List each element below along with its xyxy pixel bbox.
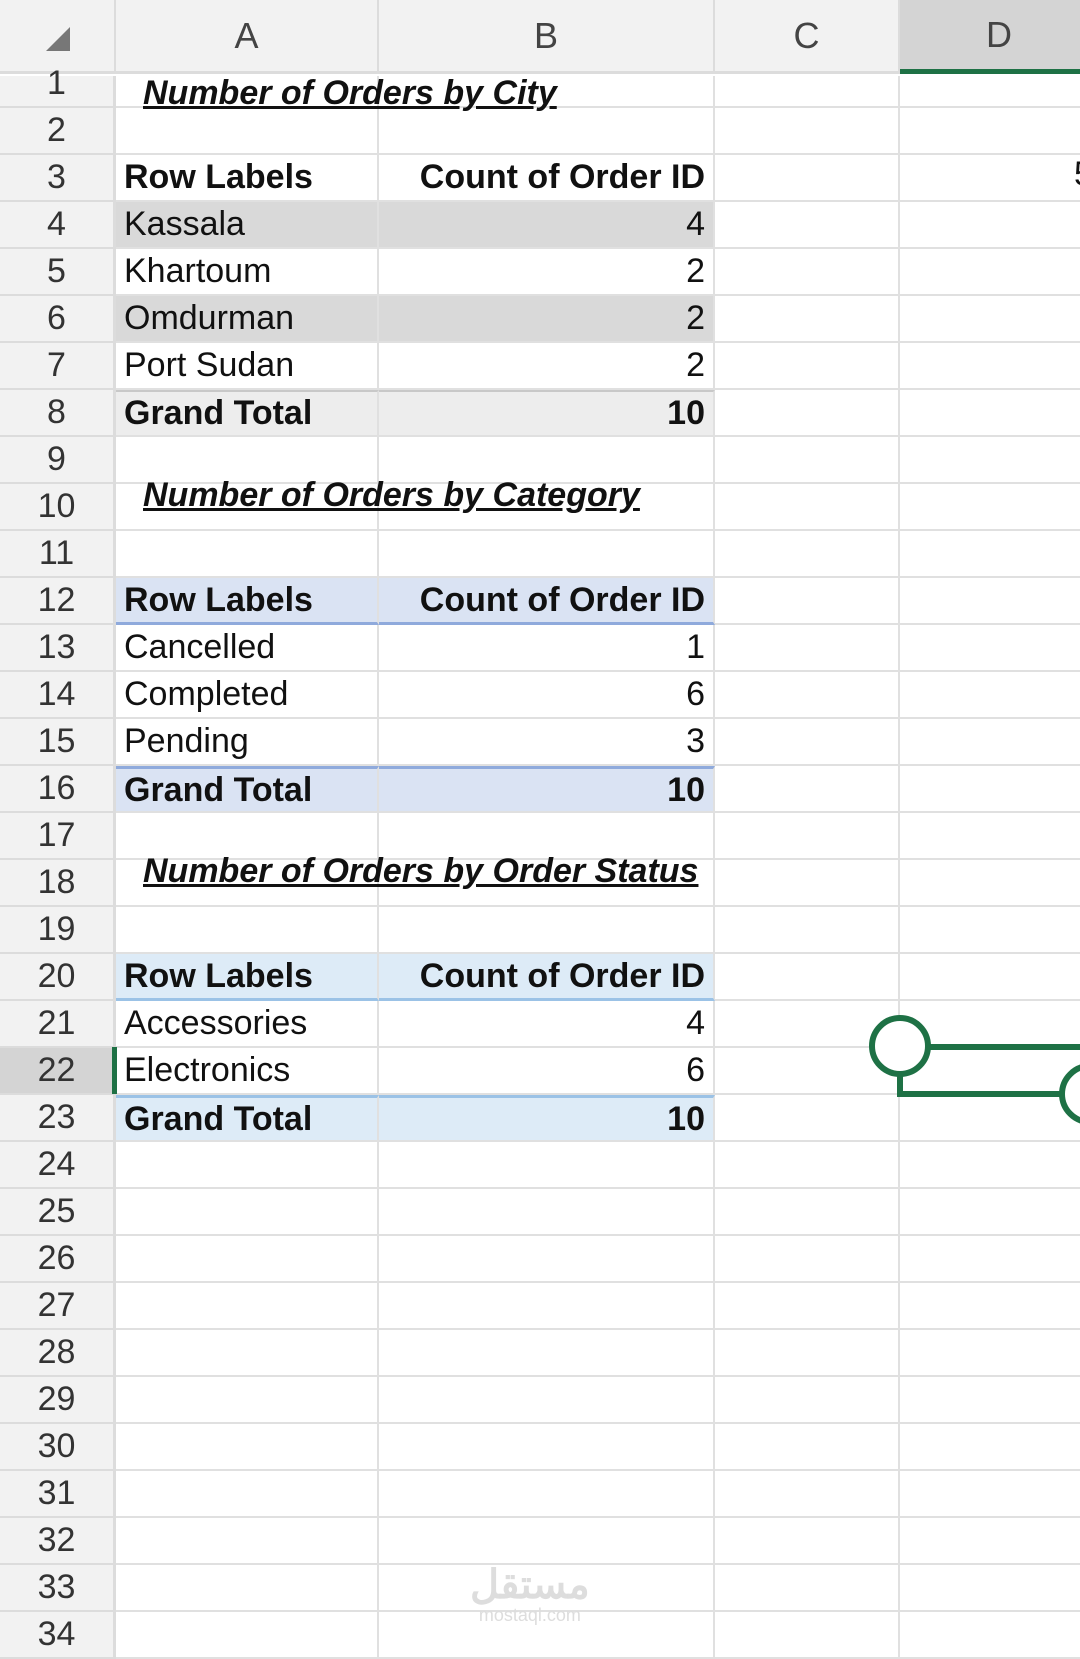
selection-handle-bottom-right[interactable] <box>1059 1064 1080 1124</box>
selection-handle-top-left[interactable] <box>869 1015 931 1077</box>
selection-overlay <box>869 1015 1080 1124</box>
